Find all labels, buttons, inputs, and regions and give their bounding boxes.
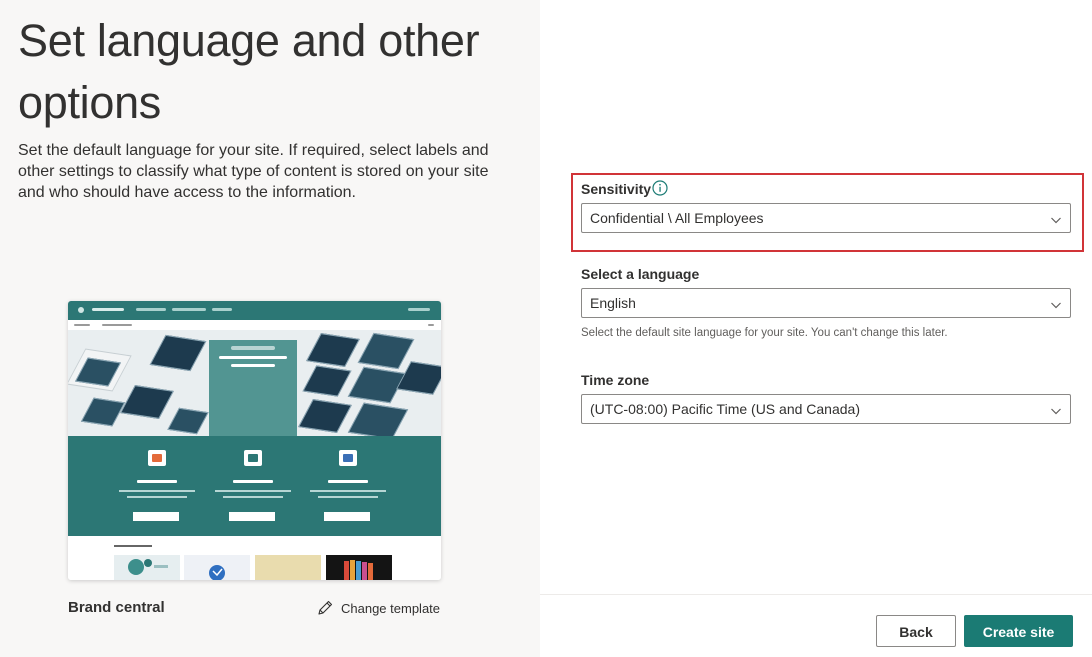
back-button[interactable]: Back [876, 615, 956, 647]
chevron-down-icon [1050, 298, 1062, 310]
language-dropdown[interactable]: English [581, 288, 1071, 318]
language-label: Select a language [581, 266, 700, 282]
page-description: Set the default language for your site. … [18, 142, 489, 201]
sensitivity-dropdown[interactable]: Confidential \ All Employees [581, 203, 1071, 233]
language-hint: Select the default site language for you… [581, 327, 948, 339]
preview-branding-row [68, 536, 441, 580]
sensitivity-value: Confidential \ All Employees [590, 210, 764, 226]
pencil-icon [316, 599, 334, 617]
template-preview-image [68, 301, 441, 580]
create-site-button[interactable]: Create site [964, 615, 1073, 647]
page-title: Set language and other options [18, 15, 480, 128]
template-name: Brand central [68, 599, 165, 616]
left-panel: Set language and other options Set the d… [0, 0, 540, 657]
change-template-label: Change template [341, 600, 441, 616]
chevron-down-icon [1050, 213, 1062, 225]
timezone-value: (UTC-08:00) Pacific Time (US and Canada) [590, 401, 860, 417]
change-template-link[interactable]: Change template [316, 598, 440, 618]
preview-suite-bar [68, 301, 441, 320]
preview-hero [68, 330, 441, 436]
language-value: English [590, 295, 636, 311]
preview-feature-band [68, 436, 441, 536]
info-icon[interactable] [652, 180, 668, 196]
chevron-down-icon [1050, 404, 1062, 416]
footer-divider [540, 594, 1092, 595]
sensitivity-label: Sensitivity [581, 181, 652, 197]
timezone-label: Time zone [581, 372, 650, 388]
timezone-dropdown[interactable]: (UTC-08:00) Pacific Time (US and Canada) [581, 394, 1071, 424]
